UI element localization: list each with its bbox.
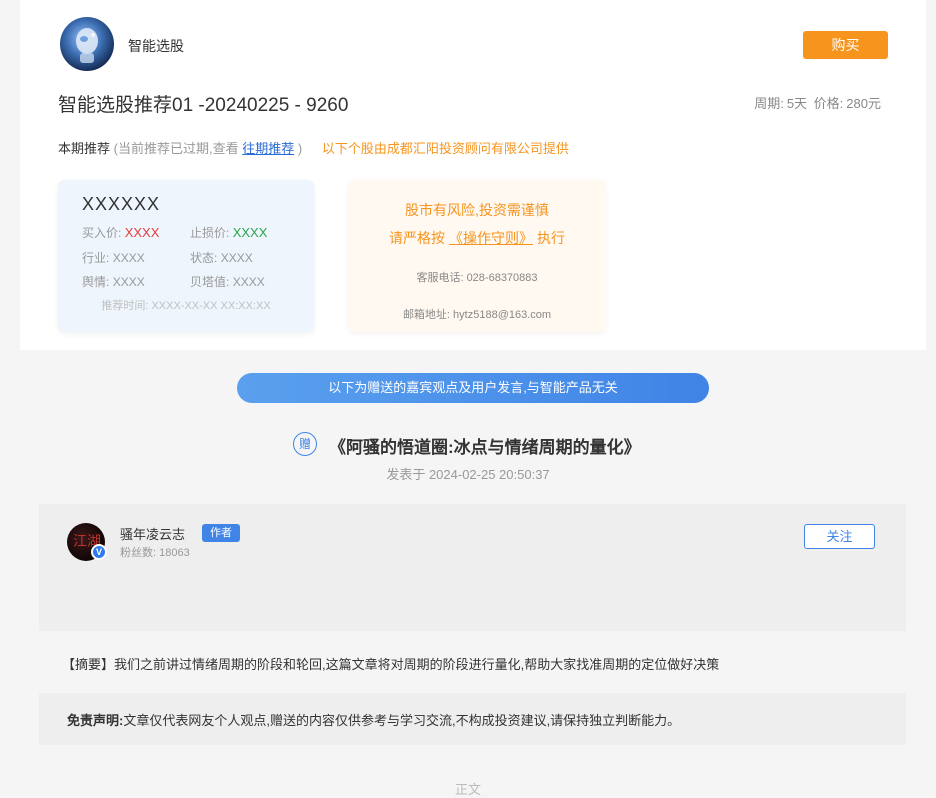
disclaimer-text: 文章仅代表网友个人观点,赠送的内容仅供参考与学习交流,不构成投资建议,请保持独立… [123, 713, 681, 728]
disclaimer: 免责声明:文章仅代表网友个人观点,赠送的内容仅供参考与学习交流,不构成投资建议,… [67, 710, 680, 729]
article-summary: 【摘要】我们之前讲过情绪周期的阶段和轮回,这篇文章将对周期的阶段进行量化,帮助大… [62, 657, 720, 672]
buy-price-value: XXXX [124, 225, 160, 240]
service-email: 邮箱地址: hytz5188@163.com [402, 309, 552, 321]
period-value: 5天 [786, 96, 808, 111]
sentiment-value: XXXX [112, 275, 145, 289]
period-label: 周期: [754, 96, 784, 111]
author-tag: 作者 [202, 524, 240, 542]
follow-button[interactable]: 关注 [804, 524, 875, 549]
expired-note-prefix: (当前推荐已过期,查看 [113, 141, 239, 156]
beta-value: XXXX [232, 275, 265, 289]
publish-time: 发表于 2024-02-25 20:50:37 [386, 467, 550, 482]
industry: 行业: XXXX [82, 249, 145, 266]
risk-warning: 股市有风险,投资需谨慎 [405, 202, 549, 218]
gift-banner: 以下为赠送的嘉宾观点及用户发言,与智能产品无关 [237, 373, 709, 403]
current-label: 本期推荐 [58, 141, 111, 156]
recommendation-title: 智能选股推荐01 -20240225 - 9260 [58, 95, 349, 116]
rules-line: 请严格按 《操作守则》 执行 [348, 228, 606, 248]
product-card: 智能选股 购买 智能选股推荐01 -20240225 - 9260 周期: 5天 … [20, 0, 926, 350]
price-value: 280元 [846, 96, 881, 111]
status-value: XXXX [220, 251, 253, 265]
industry-label: 行业: [82, 251, 110, 265]
author-name[interactable]: 骚年凌云志 [120, 524, 185, 543]
stop-loss-price: 止损价: XXXX [190, 224, 267, 241]
expired-note-suffix: ) [297, 141, 303, 156]
rec-time-value: XXXX-XX-XX XX:XX:XX [151, 300, 271, 312]
current-recommendation-line: 本期推荐 (当前推荐已过期,查看 往期推荐 ) 以下个股由成都汇阳投资顾问有限公… [58, 138, 569, 157]
rules-suffix: 执行 [537, 230, 565, 246]
service-phone: 客服电话: 028-68370883 [416, 272, 538, 284]
status: 状态: XXXX [190, 249, 253, 266]
disclaimer-box: 免责声明:文章仅代表网友个人观点,赠送的内容仅供参考与学习交流,不构成投资建议,… [39, 693, 906, 745]
past-recommendations-link[interactable]: 往期推荐 [242, 141, 294, 156]
operation-rules-link[interactable]: 《操作守则》 [449, 230, 533, 246]
rec-time-label: 推荐时间: [101, 300, 149, 312]
fan-count: 粉丝数: 18063 [120, 547, 190, 559]
product-name: 智能选股 [128, 38, 184, 54]
risk-warning-card: 股市有风险,投资需谨慎 请严格按 《操作守则》 执行 客服电话: 028-68370… [348, 180, 606, 332]
author-box: 江湖 V 骚年凌云志 作者 粉丝数: 18063 关注 [39, 504, 906, 631]
disclaimer-label: 免责声明: [67, 713, 124, 728]
robot-head-icon [76, 28, 98, 63]
product-avatar [60, 17, 114, 71]
stock-code: XXXXXX [82, 194, 161, 214]
rules-prefix: 请严格按 [389, 230, 445, 246]
verified-icon: V [91, 544, 107, 560]
provider-note: 以下个股由成都汇阳投资顾问有限公司提供 [321, 141, 569, 156]
status-label: 状态: [190, 251, 218, 265]
recommendation-time: 推荐时间: XXXX-XX-XX XX:XX:XX [58, 297, 314, 313]
buy-price: 买入价: XXXX [82, 224, 159, 241]
buy-price-label: 买入价: [82, 226, 122, 240]
beta-label: 贝塔值: [190, 275, 230, 289]
gift-badge-icon: 赠 [293, 432, 317, 456]
buy-button[interactable]: 购买 [803, 31, 888, 59]
beta: 贝塔值: XXXX [190, 273, 265, 290]
stop-loss-value: XXXX [232, 225, 268, 240]
industry-value: XXXX [112, 251, 145, 265]
stop-loss-label: 止损价: [190, 226, 230, 240]
price-label: 价格: [813, 96, 844, 111]
sentiment: 舆情: XXXX [82, 273, 145, 290]
stock-recommendation-card: XXXXXX 买入价: XXXX 止损价: XXXX 行业: XXXX 状态: … [58, 180, 314, 332]
period-price-info: 周期: 5天 价格: 280元 [751, 93, 881, 112]
article-title: 《阿骚的悟道圈:冰点与情绪周期的量化》 [329, 438, 641, 457]
sentiment-label: 舆情: [82, 275, 110, 289]
